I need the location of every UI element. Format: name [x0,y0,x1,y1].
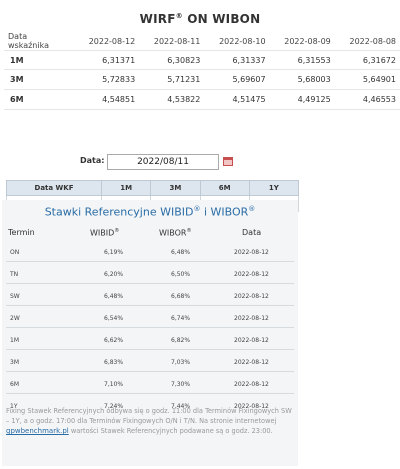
wirf-date-header: 2022-08-10 [204,32,270,51]
calendar-icon[interactable] [223,157,233,166]
wirf-cell: 4,51475 [204,89,270,110]
wirf-cell: 5,69607 [204,69,270,90]
stawki-title-b: i WIBOR [200,205,249,219]
termin-cell: 2W [10,315,20,322]
wibid-cell: 6,83% [104,359,124,366]
wibid-cell: 6,54% [104,315,124,322]
wirf-row-label: 6M [4,89,74,110]
wibor-cell: 7,03% [171,359,191,366]
wibid-cell: 6,48% [104,293,124,300]
wibid-cell: 6,19% [104,249,124,256]
wirf-row-label: 3M [4,69,74,90]
wibid-header-label: WIBID [90,228,115,238]
fixing-note: Fixing Stawek Referencyjnych odbywa się … [6,406,296,436]
wirf-col-label: Data wskaźnika [4,32,74,51]
fixing-note-text-end: wartości Stawek Referencyjnych podawane … [68,427,273,435]
wirf-cell: 4,53822 [139,89,205,110]
wirf-cell: 4,54851 [74,89,140,110]
stawki-title-reg: ® [248,205,256,213]
table-row: 2W 6,54% 6,74% 2022-08-12 [6,306,294,328]
wirf-title: WIRF® ON WIBON [0,12,400,26]
wibid-cell: 6,62% [104,337,124,344]
wirf-cell: 5,68003 [269,69,335,90]
wkf-header: 1Y [248,180,300,196]
wirf-title-text: WIRF [139,12,176,26]
wibid-cell: 7,10% [104,381,124,388]
wirf-cell: 6,30823 [139,50,205,70]
wibor-header-reg: ® [186,228,192,234]
wkf-header: 1M [100,180,152,196]
wkf-header: Data WKF [6,180,102,196]
wkf-header-row: Data WKF 1M 3M 6M 1Y [6,180,300,196]
data-cell: 2022-08-12 [234,337,269,344]
table-row: SW 6,48% 6,68% 2022-08-12 [6,284,294,306]
wibor-cell: 6,48% [171,249,191,256]
wkf-header: 6M [199,180,250,196]
data-cell: 2022-08-12 [234,271,269,278]
date-input[interactable] [107,154,219,170]
stawki-panel: Stawki Referencyjne WIBID® i WIBOR® Term… [2,200,298,466]
termin-cell: ON [10,249,20,256]
wibid-cell: 6,20% [104,271,124,278]
wirf-cell: 6,31371 [74,50,140,70]
gpwbenchmark-link[interactable]: gpwbenchmark.pl [6,427,69,435]
data-cell: 2022-08-12 [234,249,269,256]
termin-cell: 1M [10,337,19,344]
table-row: ON 6,19% 6,48% 2022-08-12 [6,240,294,262]
termin-cell: SW [10,293,20,300]
wibor-cell: 6,68% [171,293,191,300]
wirf-cell: 6,31337 [204,50,270,70]
wirf-cell: 5,64901 [334,69,400,90]
termin-header: Termin [8,228,35,237]
stawki-title: Stawki Referencyjne WIBID® i WIBOR® [2,205,298,219]
data-cell: 2022-08-12 [234,315,269,322]
wirf-table: Data wskaźnika 2022-08-12 2022-08-11 202… [4,32,400,110]
wirf-cell: 6,31553 [269,50,335,70]
table-row: 6M 4,54851 4,53822 4,51475 4,49125 4,465… [4,89,400,110]
date-label: Data: [80,156,105,165]
wirf-cell: 4,46553 [334,89,400,110]
fixing-note-text: Fixing Stawek Referencyjnych odbywa się … [6,407,292,425]
wirf-title-reg: ® [175,12,183,20]
data-cell: 2022-08-12 [234,293,269,300]
wirf-cell: 4,49125 [269,89,335,110]
wirf-cell: 5,71231 [139,69,205,90]
table-row: 3M 5,72833 5,71231 5,69607 5,68003 5,649… [4,69,400,90]
wirf-header-row: Data wskaźnika 2022-08-12 2022-08-11 202… [4,32,400,51]
table-row: TN 6,20% 6,50% 2022-08-12 [6,262,294,284]
data-cell: 2022-08-12 [234,359,269,366]
wirf-cell: 5,72833 [74,69,140,90]
wibid-header-reg: ® [114,228,120,234]
termin-cell: 3M [10,359,19,366]
data-cell: 2022-08-12 [234,381,269,388]
table-row: 6M 7,10% 7,30% 2022-08-12 [6,372,294,394]
wkf-header: 3M [150,180,201,196]
wibor-cell: 6,74% [171,315,191,322]
table-row: 1M 6,62% 6,82% 2022-08-12 [6,328,294,350]
wibor-cell: 7,30% [171,381,191,388]
table-row: 1M 6,31371 6,30823 6,31337 6,31553 6,316… [4,50,400,70]
wibor-header-label: WIBOR [159,228,187,238]
data-header: Data [242,228,262,237]
table-row: 3M 6,83% 7,03% 2022-08-12 [6,350,294,372]
termin-cell: TN [10,271,19,278]
wirf-date-header: 2022-08-11 [139,32,205,51]
wirf-date-header: 2022-08-12 [74,32,140,51]
wibid-header: WIBID® [90,228,119,238]
stawki-title-a: Stawki Referencyjne WIBID [44,205,194,219]
wirf-title-suffix: ON WIBON [182,12,261,26]
wirf-date-header: 2022-08-09 [269,32,335,51]
wibor-cell: 6,82% [171,337,191,344]
wibor-cell: 6,50% [171,271,191,278]
wibor-header: WIBOR® [159,228,191,238]
wirf-cell: 6,31672 [334,50,400,70]
wirf-row-label: 1M [4,50,74,70]
wirf-date-header: 2022-08-08 [334,32,400,51]
termin-cell: 6M [10,381,19,388]
